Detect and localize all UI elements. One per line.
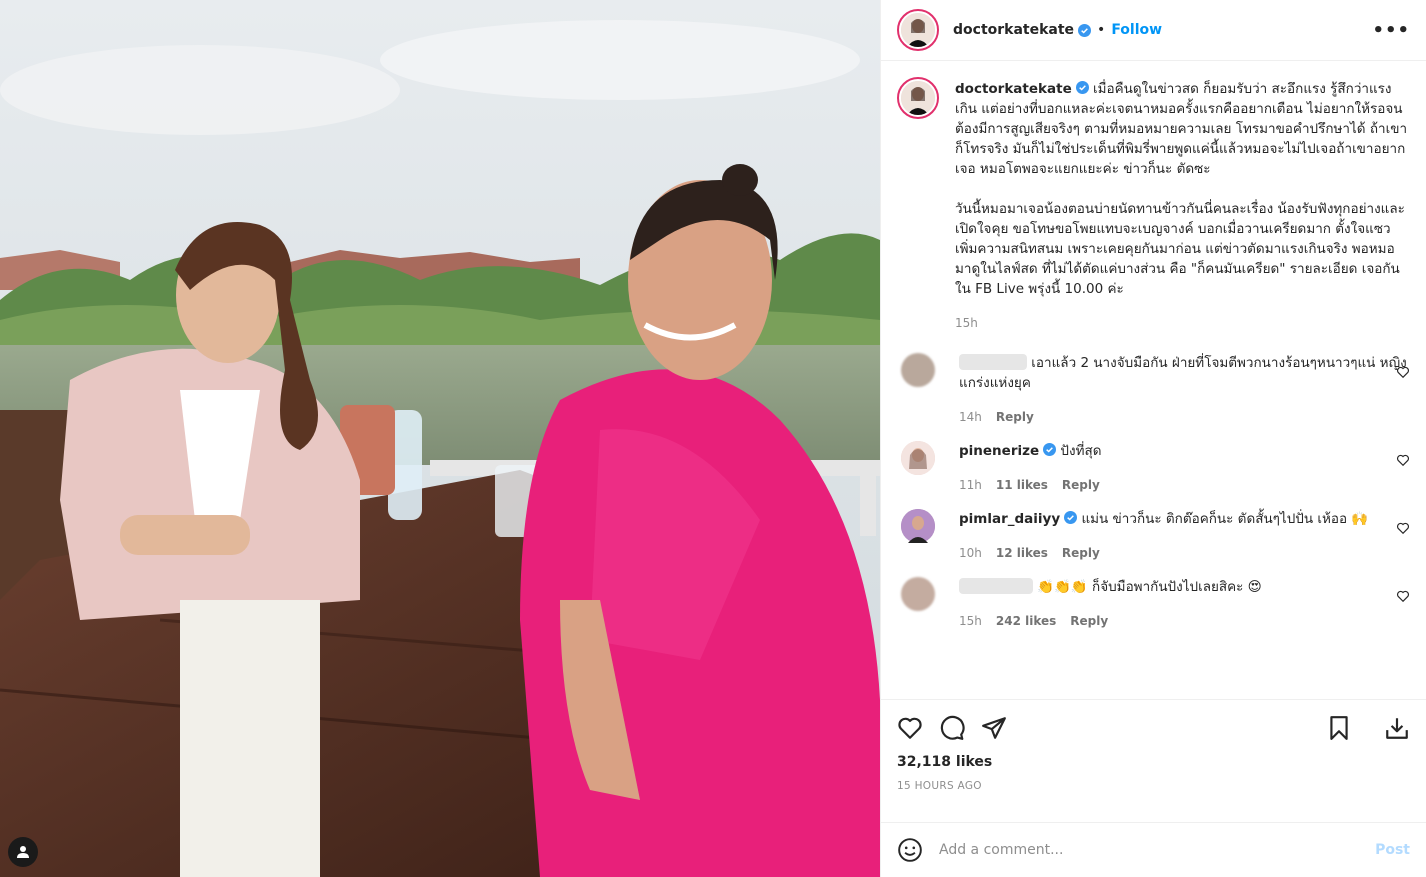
- like-heart-icon[interactable]: [897, 715, 923, 741]
- comment-avatar[interactable]: [901, 353, 935, 387]
- share-paper-plane-icon[interactable]: [981, 715, 1007, 741]
- follow-button[interactable]: Follow: [1111, 22, 1162, 38]
- caption-avatar[interactable]: [897, 77, 939, 119]
- post-comment-button[interactable]: Post: [1375, 842, 1410, 858]
- verified-badge-icon: [1043, 443, 1057, 456]
- reply-button[interactable]: Reply: [1062, 546, 1100, 560]
- comment-avatar[interactable]: [901, 509, 935, 543]
- comment-input[interactable]: [939, 842, 1376, 858]
- like-comment-heart-icon[interactable]: [1396, 589, 1410, 603]
- bookmark-icon[interactable]: [1326, 715, 1352, 741]
- post-photo[interactable]: [0, 0, 880, 877]
- author-avatar-image: [901, 13, 935, 47]
- comment-likes[interactable]: 12 likes: [996, 546, 1048, 560]
- author-avatar[interactable]: [897, 9, 939, 51]
- post-time-ago: 15 HOURS AGO: [897, 780, 982, 792]
- comment-text: เอาแล้ว 2 นางจับมือกัน ฝ่ายที่โจมตีพวกนา…: [959, 355, 1407, 391]
- verified-badge-icon: [1075, 81, 1089, 94]
- person-icon: [17, 846, 29, 858]
- comment-text: แม่น ข่าวก็นะ ติกต๊อคก็นะ ตัดสั้นๆไปปั่น…: [1081, 511, 1369, 527]
- comment-item: เอาแล้ว 2 นางจับมือกัน ฝ่ายที่โจมตีพวกนา…: [897, 353, 1410, 427]
- emoji-smiley-icon[interactable]: [897, 837, 923, 863]
- likes-count[interactable]: 32,118 likes: [897, 754, 1410, 770]
- caption-avatar-image: [901, 81, 935, 115]
- verified-badge-icon: [1064, 511, 1078, 524]
- comment-text: 👏👏👏 ก็จับมือพากันปังไปเลยสิคะ 😍: [1037, 579, 1262, 595]
- comment-likes[interactable]: 242 likes: [996, 614, 1056, 628]
- comment-time[interactable]: 14h: [959, 410, 982, 424]
- comment-item: pinenerize ปังที่สุด 11h 11 likes Reply: [897, 441, 1410, 495]
- comment-time[interactable]: 15h: [959, 614, 982, 628]
- like-comment-heart-icon[interactable]: [1396, 453, 1410, 467]
- comment-item: pimlar_daiiyy แม่น ข่าวก็นะ ติกต๊อคก็นะ …: [897, 509, 1410, 563]
- caption-time[interactable]: 15h: [955, 316, 978, 330]
- comment-bubble-icon[interactable]: [939, 715, 965, 741]
- comment-username[interactable]: pinenerize: [959, 443, 1039, 459]
- like-comment-heart-icon[interactable]: [1396, 365, 1410, 379]
- tagged-users-button[interactable]: [8, 837, 38, 867]
- comment-time[interactable]: 11h: [959, 478, 982, 492]
- photo-illustration: [0, 0, 880, 877]
- reply-button[interactable]: Reply: [1070, 614, 1108, 628]
- like-comment-heart-icon[interactable]: [1396, 521, 1410, 535]
- blurred-username: [959, 354, 1027, 370]
- comment-avatar[interactable]: [901, 577, 935, 611]
- comments-list[interactable]: doctorkatekate เมื่อคืนดูในข่าวสด ก็ยอมร…: [881, 61, 1426, 699]
- comment-text: ปังที่สุด: [1060, 443, 1102, 459]
- more-options-button[interactable]: •••: [1372, 20, 1410, 41]
- blurred-username: [959, 578, 1033, 594]
- caption-text-2: วันนี้หมอมาเจอน้องตอนบ่ายนัดทานข้าวกันนี…: [955, 201, 1405, 297]
- post-panel: doctorkatekate • Follow ••• doctorkateka…: [880, 0, 1426, 877]
- comment-avatar[interactable]: [901, 441, 935, 475]
- verified-badge-icon: [1078, 23, 1092, 37]
- author-username[interactable]: doctorkatekate: [953, 22, 1074, 38]
- comment-avatar-image: [901, 509, 935, 543]
- reply-button[interactable]: Reply: [996, 410, 1034, 424]
- separator-dot: •: [1097, 22, 1106, 38]
- post-header: doctorkatekate • Follow •••: [881, 0, 1426, 61]
- post-actions: 32,118 likes 15 HOURS AGO: [881, 699, 1426, 822]
- caption-username[interactable]: doctorkatekate: [955, 81, 1072, 97]
- add-comment-bar: Post: [881, 822, 1426, 877]
- download-icon[interactable]: [1384, 715, 1410, 741]
- comment-item: 👏👏👏 ก็จับมือพากันปังไปเลยสิคะ 😍 15h 242 l…: [897, 577, 1410, 631]
- comment-avatar-image: [901, 441, 935, 475]
- reply-button[interactable]: Reply: [1062, 478, 1100, 492]
- comment-likes[interactable]: 11 likes: [996, 478, 1048, 492]
- comment-username[interactable]: pimlar_daiiyy: [959, 511, 1060, 527]
- comment-time[interactable]: 10h: [959, 546, 982, 560]
- caption: doctorkatekate เมื่อคืนดูในข่าวสด ก็ยอมร…: [897, 77, 1410, 333]
